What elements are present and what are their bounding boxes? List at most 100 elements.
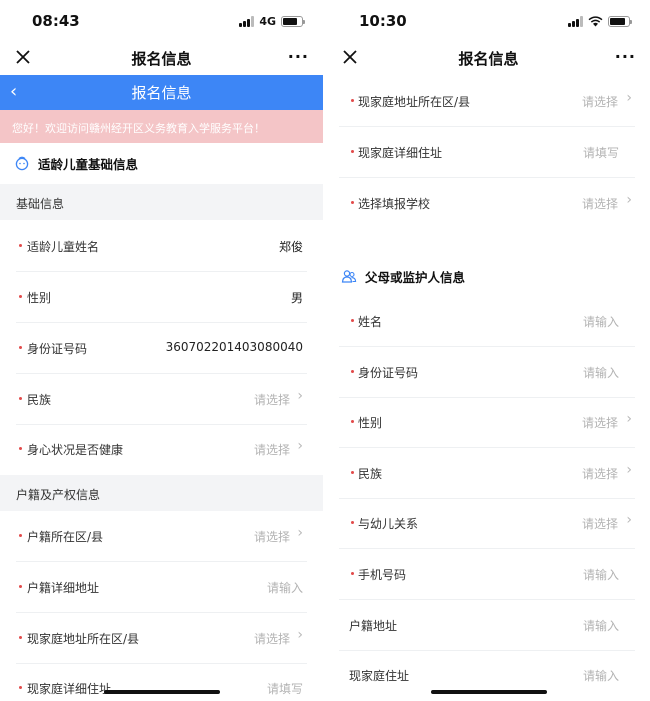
required-marker — [19, 295, 22, 298]
select-placeholder[interactable]: 请选择 — [582, 515, 618, 532]
required-marker — [19, 346, 22, 349]
form-row-home-address[interactable]: 现家庭详细住址 请填写 — [339, 127, 635, 178]
form-row-health[interactable]: 身心状况是否健康 请选择 › — [0, 424, 323, 475]
section-title: 适龄儿童基础信息 — [38, 156, 139, 172]
form-row-relationship[interactable]: 与幼儿关系 请选择 › — [339, 498, 635, 549]
field-label: 性别 — [27, 291, 52, 305]
nav-title: 报名信息 — [131, 50, 192, 68]
chevron-right-icon: › — [626, 411, 632, 427]
home-indicator[interactable] — [103, 690, 220, 694]
left-phone-screen: 08:43 4G 报名信息 ··· ‹ 报名信息 您好！欢迎访问赣州经开区义务教… — [0, 0, 323, 701]
select-placeholder[interactable]: 请选择 — [254, 630, 290, 647]
network-type: 4G — [259, 14, 276, 28]
input-placeholder[interactable]: 请输入 — [583, 667, 619, 684]
field-label: 适龄儿童姓名 — [27, 240, 100, 254]
page-header: ‹ 报名信息 — [0, 75, 323, 110]
more-menu-icon[interactable]: ··· — [615, 47, 636, 66]
right-phone-screen: 10:30 报名信息 ··· 现家庭地址所在区/县 请选择 › 现家庭详细住址 … — [327, 0, 650, 701]
page-title: 报名信息 — [131, 84, 192, 102]
field-label: 身份证号码 — [358, 366, 419, 380]
form-row-guardian-id[interactable]: 身份证号码 请输入 — [339, 347, 635, 398]
form-row-school-choice[interactable]: 选择填报学校 请选择 › — [339, 178, 635, 229]
chevron-right-icon: › — [626, 192, 632, 208]
required-marker — [351, 471, 354, 474]
form-row-home-address[interactable]: 现家庭详细住址 请填写 — [0, 663, 323, 701]
form-row-gender[interactable]: 性别 男 — [0, 272, 323, 323]
select-placeholder[interactable]: 请选择 — [582, 93, 618, 110]
required-marker — [351, 572, 354, 575]
form-row-hukou-address[interactable]: 户籍详细地址 请输入 — [0, 562, 323, 613]
required-marker — [351, 420, 354, 423]
form-row-guardian-name[interactable]: 姓名 请输入 — [339, 296, 635, 347]
field-label: 手机号码 — [358, 568, 407, 582]
status-indicators — [568, 14, 632, 28]
form-row-ethnicity[interactable]: 民族 请选择 › — [0, 374, 323, 425]
select-placeholder[interactable]: 请选择 — [254, 441, 290, 458]
status-bar: 08:43 4G — [0, 0, 323, 42]
field-label: 现家庭住址 — [349, 669, 410, 683]
required-marker — [19, 397, 22, 400]
field-label: 民族 — [27, 393, 52, 407]
field-label: 选择填报学校 — [358, 197, 431, 211]
field-label: 户籍所在区/县 — [27, 530, 104, 544]
input-placeholder[interactable]: 请填写 — [267, 680, 303, 697]
field-label: 现家庭详细住址 — [27, 682, 112, 696]
chevron-right-icon: › — [297, 525, 303, 541]
field-label: 身份证号码 — [27, 342, 88, 356]
form-row-phone[interactable]: 手机号码 请输入 — [339, 549, 635, 600]
form-row-home-district[interactable]: 现家庭地址所在区/县 请选择 › — [0, 613, 323, 664]
select-placeholder[interactable]: 请选择 — [254, 528, 290, 545]
wechat-nav-bar: 报名信息 ··· — [0, 42, 323, 74]
chevron-right-icon: › — [626, 512, 632, 528]
status-time: 08:43 — [32, 12, 80, 30]
status-time: 10:30 — [359, 12, 407, 30]
input-placeholder[interactable]: 请输入 — [267, 579, 303, 596]
form-row-id-number[interactable]: 身份证号码 360702201403080040 — [0, 323, 323, 374]
input-placeholder[interactable]: 请输入 — [583, 617, 619, 634]
chevron-right-icon: › — [297, 627, 303, 643]
select-placeholder[interactable]: 请选择 — [582, 414, 618, 431]
field-label: 户籍地址 — [349, 619, 398, 633]
field-label: 户籍详细地址 — [27, 581, 100, 595]
select-placeholder[interactable]: 请选择 — [254, 391, 290, 408]
required-marker — [19, 447, 22, 450]
field-value[interactable]: 360702201403080040 — [166, 340, 303, 354]
required-marker — [351, 150, 354, 153]
form-row-hukou-district[interactable]: 户籍所在区/县 请选择 › — [0, 511, 323, 562]
field-label: 性别 — [358, 416, 383, 430]
section-child-info: 适龄儿童基础信息 — [0, 143, 323, 183]
required-marker — [19, 244, 22, 247]
select-placeholder[interactable]: 请选择 — [582, 465, 618, 482]
parents-icon — [341, 270, 357, 283]
field-value[interactable]: 郑俊 — [279, 238, 303, 255]
field-value[interactable]: 男 — [291, 289, 303, 306]
input-placeholder[interactable]: 请输入 — [583, 364, 619, 381]
wifi-icon — [588, 15, 603, 27]
battery-icon — [281, 15, 305, 27]
form-row-guardian-gender[interactable]: 性别 请选择 › — [339, 397, 635, 448]
cellular-signal-icon — [239, 15, 255, 27]
more-menu-icon[interactable]: ··· — [288, 47, 309, 66]
field-label: 现家庭详细住址 — [358, 146, 443, 160]
form-row-hukou-address[interactable]: 户籍地址 请输入 — [339, 600, 635, 651]
required-marker — [19, 636, 22, 639]
field-label: 身心状况是否健康 — [27, 443, 124, 457]
input-placeholder[interactable]: 请填写 — [583, 144, 619, 161]
input-placeholder[interactable]: 请输入 — [583, 313, 619, 330]
form-row-home-district[interactable]: 现家庭地址所在区/县 请选择 › — [339, 76, 635, 127]
required-marker — [351, 201, 354, 204]
home-indicator[interactable] — [430, 690, 547, 694]
child-face-icon — [15, 156, 29, 171]
form-row-guardian-ethnicity[interactable]: 民族 请选择 › — [339, 448, 635, 499]
field-label: 现家庭地址所在区/县 — [27, 632, 140, 646]
input-placeholder[interactable]: 请输入 — [583, 566, 619, 583]
select-placeholder[interactable]: 请选择 — [582, 195, 618, 212]
wechat-nav-bar: 报名信息 ··· — [327, 42, 650, 74]
status-indicators: 4G — [239, 14, 305, 28]
chevron-right-icon: › — [626, 462, 632, 478]
form-row-child-name[interactable]: 适龄儿童姓名 郑俊 — [0, 221, 323, 272]
section-title: 父母或监护人信息 — [365, 269, 466, 285]
cellular-signal-icon — [568, 15, 583, 27]
section-guardian-info: 父母或监护人信息 — [327, 256, 650, 296]
chevron-right-icon: › — [626, 90, 632, 106]
